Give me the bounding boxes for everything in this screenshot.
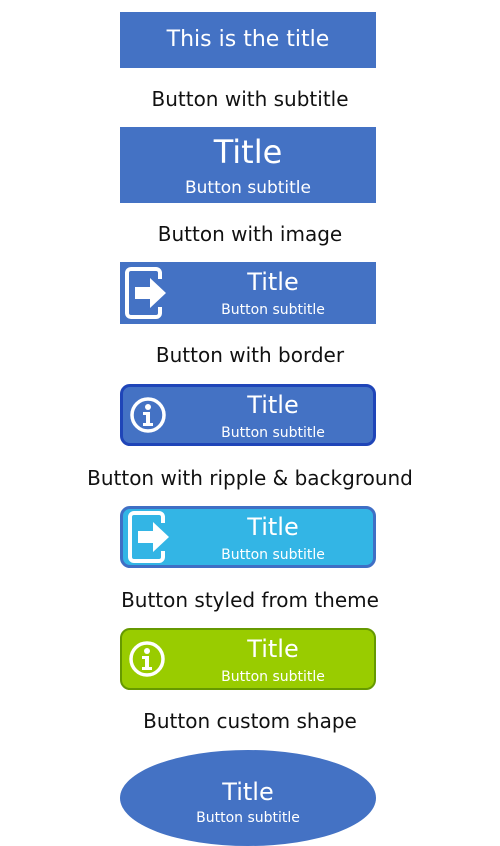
button-title: Title	[247, 391, 299, 419]
custom-shape-button[interactable]: Title Button subtitle	[120, 750, 376, 846]
info-icon	[122, 630, 172, 688]
label-border: Button with border	[155, 343, 345, 367]
button-title: Title	[222, 778, 274, 806]
button-subtitle: Button subtitle	[196, 810, 300, 826]
button-subtitle: Button subtitle	[184, 178, 311, 198]
exit-icon	[120, 262, 170, 324]
button-title: Title	[247, 635, 299, 663]
button-subtitle: Button subtitle	[221, 302, 325, 318]
label-subtitle: Button with subtitle	[151, 87, 349, 111]
button-title: Title	[213, 133, 283, 171]
button-title: This is the title	[166, 27, 330, 52]
button-title: Title	[247, 513, 299, 541]
button-subtitle: Button subtitle	[221, 425, 325, 441]
button-subtitle: Button subtitle	[221, 669, 325, 685]
title-button[interactable]: This is the title	[120, 12, 376, 68]
label-image: Button with image	[157, 222, 343, 246]
button-title: Title	[247, 268, 299, 296]
info-icon	[123, 387, 173, 443]
label-custom-shape: Button custom shape	[143, 709, 357, 733]
ripple-button[interactable]: Title Button subtitle	[120, 506, 376, 568]
border-button[interactable]: Title Button subtitle	[120, 384, 376, 446]
button-subtitle: Button subtitle	[221, 547, 325, 563]
exit-icon	[123, 509, 173, 565]
label-theme: Button styled from theme	[121, 588, 379, 612]
theme-button[interactable]: Title Button subtitle	[120, 628, 376, 690]
label-ripple: Button with ripple & background	[87, 466, 413, 490]
image-button[interactable]: Title Button subtitle	[120, 262, 376, 324]
subtitle-button[interactable]: Title Button subtitle	[120, 127, 376, 203]
